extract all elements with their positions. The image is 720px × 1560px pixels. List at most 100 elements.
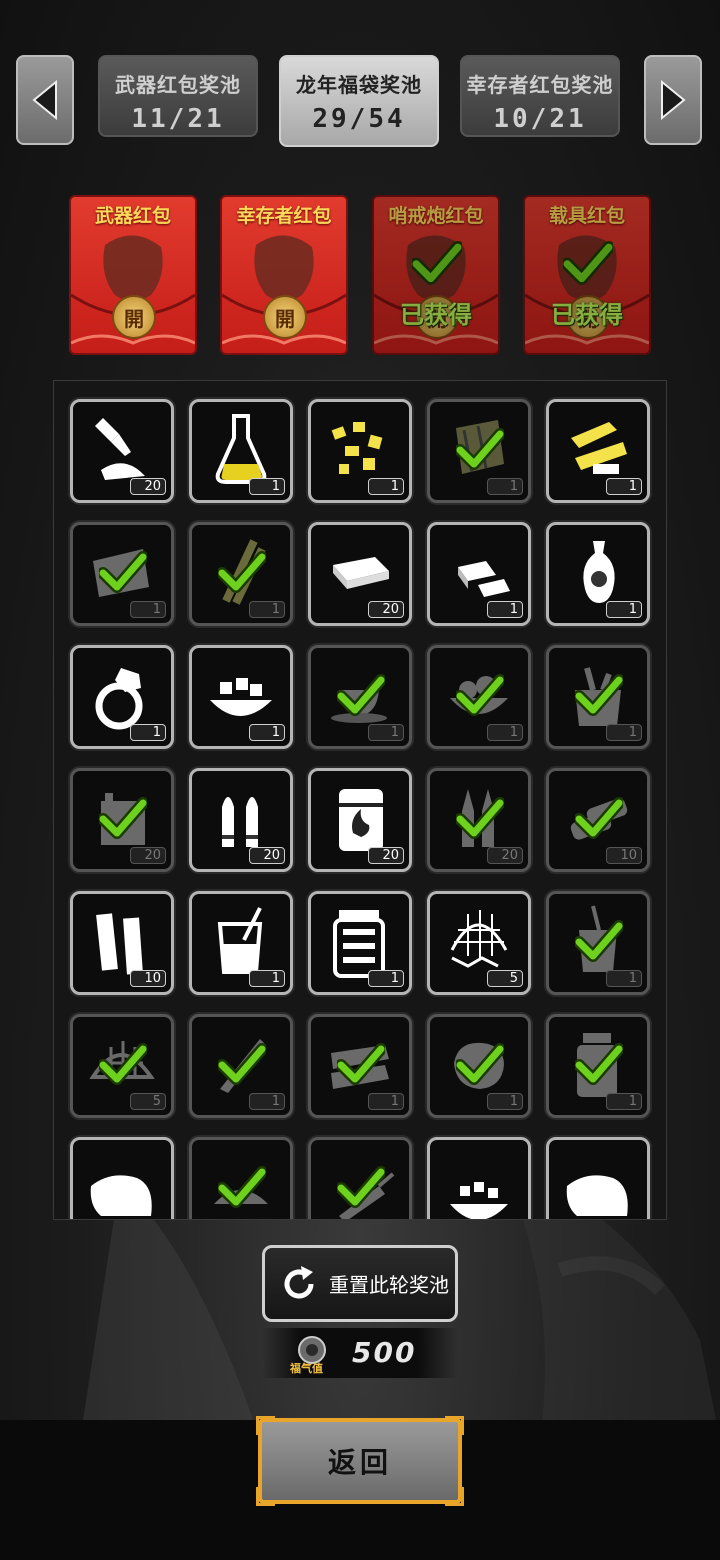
check-icon [97, 797, 149, 839]
item-quantity: 1 [368, 970, 404, 987]
pool-tab-survivor[interactable]: 幸存者红包奖池 10/21 [460, 55, 620, 137]
reset-pool-label: 重置此轮奖池 [329, 1273, 449, 1297]
reward-item[interactable]: 5 [70, 1014, 174, 1118]
reward-item[interactable]: 1 [427, 1014, 531, 1118]
reward-item[interactable]: 1 [70, 522, 174, 626]
back-button-label: 返回 [327, 1446, 392, 1479]
item-quantity: 1 [249, 478, 285, 495]
prev-pool-button[interactable] [16, 55, 74, 145]
reward-item[interactable]: 1 [546, 522, 650, 626]
item-quantity: 10 [130, 970, 166, 987]
check-icon [97, 551, 149, 593]
luck-value: 500 [352, 1336, 417, 1369]
frame-corner [256, 1487, 275, 1506]
reward-item[interactable]: 1 [308, 645, 412, 749]
envelope-seal: 開 [112, 295, 156, 339]
check-icon [409, 241, 465, 285]
frame-corner [256, 1416, 275, 1435]
reward-item[interactable] [308, 1137, 412, 1219]
luck-value-display: 福气值 500 [262, 1328, 458, 1378]
luck-icon-label: 福气值 [290, 1362, 323, 1375]
arrow-right-icon [661, 80, 686, 120]
item-quantity: 1 [606, 724, 642, 741]
item-quantity: 1 [487, 724, 523, 741]
reward-item[interactable]: 1 [308, 1014, 412, 1118]
reward-item[interactable]: 5 [427, 891, 531, 995]
item-quantity: 1 [487, 1093, 523, 1110]
envelope-claimed-label: 已获得 [400, 301, 472, 329]
item-quantity: 1 [487, 601, 523, 618]
item-quantity: 1 [606, 1093, 642, 1110]
back-button[interactable]: 返回 [256, 1416, 464, 1506]
reward-item[interactable]: 1 [189, 1014, 293, 1118]
red-envelope-2[interactable]: 幸存者红包開 [220, 195, 348, 355]
reward-item[interactable]: 1 [308, 891, 412, 995]
reward-item[interactable]: 10 [546, 768, 650, 872]
reward-item[interactable]: 1 [546, 645, 650, 749]
red-envelope-1[interactable]: 武器红包開 [69, 195, 197, 355]
item-quantity: 20 [368, 601, 404, 618]
reward-item[interactable]: 1 [427, 399, 531, 503]
reward-item[interactable]: 20 [70, 399, 174, 503]
reward-item[interactable]: 20 [308, 522, 412, 626]
item-quantity: 1 [130, 724, 166, 741]
reward-item[interactable]: 10 [70, 891, 174, 995]
pool-tab-weapon[interactable]: 武器红包奖池 11/21 [98, 55, 258, 137]
reward-item[interactable] [70, 1137, 174, 1219]
reward-item-grid[interactable]: 20 1 1 1 1 1 1 20 1 1 1 1 1 1 1 20 20 20 20 10 10 1 1 5 1 5 1 1 1 1 [53, 380, 667, 1220]
reward-item[interactable]: 1 [427, 645, 531, 749]
item-quantity: 1 [606, 970, 642, 987]
pool-tab-name: 幸存者红包奖池 [466, 73, 614, 97]
reward-item[interactable]: 1 [546, 891, 650, 995]
item-quantity: 1 [249, 970, 285, 987]
reward-item[interactable]: 20 [70, 768, 174, 872]
frame-corner [445, 1416, 464, 1435]
reward-item[interactable]: 1 [70, 645, 174, 749]
reward-item[interactable]: 1 [308, 399, 412, 503]
check-icon [216, 551, 268, 593]
check-icon [454, 674, 506, 716]
item-quantity: 10 [606, 847, 642, 864]
reward-item[interactable]: 20 [427, 768, 531, 872]
check-icon [216, 1043, 268, 1085]
item-quantity: 1 [249, 601, 285, 618]
item-quantity: 1 [130, 601, 166, 618]
red-envelope-3[interactable]: 哨戒炮红包開已获得 [372, 195, 500, 355]
arrow-left-icon [32, 80, 57, 120]
item-quantity: 1 [487, 478, 523, 495]
reward-item[interactable]: 1 [189, 645, 293, 749]
check-icon [454, 797, 506, 839]
rice-bowl-icon [450, 1182, 508, 1219]
red-envelope-4[interactable]: 载具红包開已获得 [523, 195, 651, 355]
reward-item[interactable]: 1 [189, 891, 293, 995]
item-quantity: 20 [249, 847, 285, 864]
check-icon [573, 1043, 625, 1085]
reset-pool-button[interactable]: 重置此轮奖池 [262, 1245, 458, 1322]
reward-item[interactable]: 1 [189, 522, 293, 626]
item-quantity: 1 [368, 478, 404, 495]
reward-item[interactable]: 1 [546, 1014, 650, 1118]
reward-item[interactable] [427, 1137, 531, 1219]
reward-item[interactable]: 20 [308, 768, 412, 872]
item-quantity: 1 [368, 1093, 404, 1110]
check-icon [97, 1043, 149, 1085]
reward-item[interactable] [189, 1137, 293, 1219]
reward-item[interactable] [546, 1137, 650, 1219]
item-quantity: 1 [606, 478, 642, 495]
reward-item[interactable]: 20 [189, 768, 293, 872]
reward-item[interactable]: 1 [546, 399, 650, 503]
next-pool-button[interactable] [644, 55, 702, 145]
reward-item[interactable]: 1 [427, 522, 531, 626]
reward-item[interactable]: 1 [189, 399, 293, 503]
item-quantity: 20 [487, 847, 523, 864]
item-quantity: 20 [130, 478, 166, 495]
check-icon [335, 1166, 387, 1208]
pool-tab-count: 29/54 [312, 104, 406, 134]
pool-tab-dragon-year[interactable]: 龙年福袋奖池 29/54 [279, 55, 439, 147]
pool-tab-name: 武器红包奖池 [115, 73, 241, 97]
refresh-icon [284, 1265, 314, 1298]
check-icon [560, 241, 616, 285]
check-icon [335, 674, 387, 716]
envelope-title: 幸存者红包 [236, 205, 332, 227]
item-quantity: 1 [606, 601, 642, 618]
